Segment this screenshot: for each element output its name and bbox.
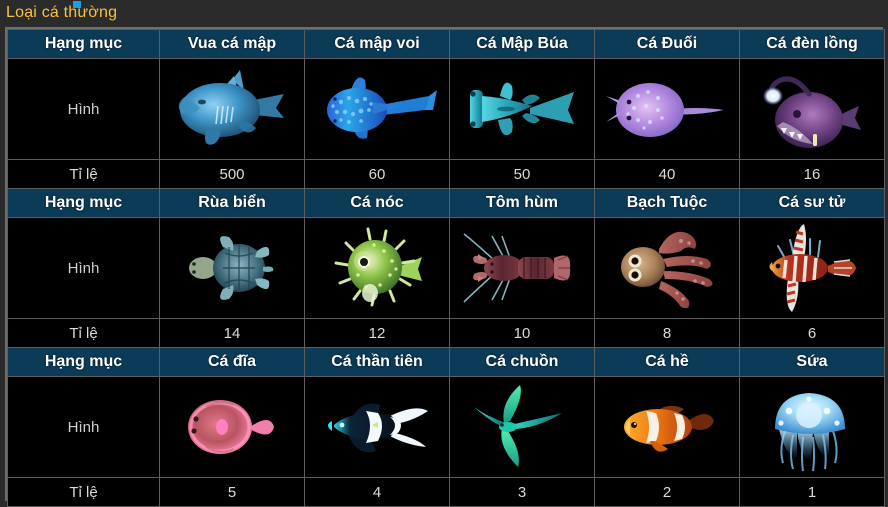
clownfish-icon <box>596 378 739 477</box>
angelfish-icon <box>306 378 449 477</box>
header-fish-name: Tôm hùm <box>449 188 595 218</box>
fish-image-cell <box>594 376 740 478</box>
fish-ratio-value: 10 <box>449 318 595 348</box>
fish-ratio-value: 8 <box>594 318 740 348</box>
fish-image-cell <box>739 376 885 478</box>
fish-ratio-value: 14 <box>159 318 305 348</box>
flying-fish-icon <box>451 378 594 477</box>
header-fish-name: Vua cá mập <box>159 29 305 59</box>
row-label-ratio: Tỉ lệ <box>7 318 160 348</box>
fish-ratio-value: 2 <box>594 477 740 507</box>
header-fish-name: Rùa biển <box>159 188 305 218</box>
row-label-ratio: Tỉ lệ <box>7 477 160 507</box>
fish-image-cell <box>159 376 305 478</box>
table-image-row: Hình <box>7 58 885 160</box>
row-label-image: Hình <box>7 58 160 160</box>
header-fish-name: Cá đèn lồng <box>739 29 885 59</box>
page-title: Loại cá thường <box>6 4 118 21</box>
table-ratio-row: Tỉ lệ 14 12 10 8 6 <box>7 318 885 348</box>
shark-king-icon <box>161 60 304 159</box>
table-header-row: Hạng mục Cá đĩa Cá thần tiên Cá chuồn Cá… <box>7 347 885 377</box>
fish-image-cell <box>739 58 885 160</box>
fish-ratio-value: 4 <box>304 477 450 507</box>
header-fish-name: Cá thần tiên <box>304 347 450 377</box>
fish-image-cell <box>449 58 595 160</box>
fish-odds-page: Loại cá thường Hạng mục Vua cá mập Cá mậ… <box>0 0 888 507</box>
fish-image-cell <box>594 58 740 160</box>
header-fish-name: Cá hề <box>594 347 740 377</box>
table-header-row: Hạng mục Rùa biển Cá nóc Tôm hùm Bạch Tu… <box>7 188 885 218</box>
header-category-label: Hạng mục <box>7 188 160 218</box>
fish-image-cell <box>449 217 595 319</box>
pufferfish-icon <box>306 219 449 318</box>
table-ratio-row: Tỉ lệ 500 60 50 40 16 <box>7 159 885 189</box>
header-category-label: Hạng mục <box>7 347 160 377</box>
fish-ratio-value: 3 <box>449 477 595 507</box>
fish-ratio-value: 16 <box>739 159 885 189</box>
fish-ratio-value: 50 <box>449 159 595 189</box>
fish-ratio-value: 40 <box>594 159 740 189</box>
row-label-image: Hình <box>7 217 160 319</box>
fish-image-cell <box>159 217 305 319</box>
fish-image-cell <box>304 217 450 319</box>
table-ratio-row: Tỉ lệ 5 4 3 2 1 <box>7 477 885 507</box>
fish-ratio-value: 1 <box>739 477 885 507</box>
fish-image-cell <box>304 58 450 160</box>
fish-table-wrapper: Hạng mục Vua cá mập Cá mập voi Cá Mập Bú… <box>5 27 885 507</box>
title-marker-icon <box>73 1 81 8</box>
fish-ratio-value: 12 <box>304 318 450 348</box>
header-fish-name: Cá Mập Búa <box>449 29 595 59</box>
whale-shark-icon <box>306 60 449 159</box>
sea-turtle-icon <box>161 219 304 318</box>
discus-fish-icon <box>161 378 304 477</box>
fish-ratio-value: 60 <box>304 159 450 189</box>
header-fish-name: Bạch Tuộc <box>594 188 740 218</box>
stingray-icon <box>596 60 739 159</box>
octopus-icon <box>596 219 739 318</box>
fish-image-cell <box>449 376 595 478</box>
row-label-image: Hình <box>7 376 160 478</box>
fish-odds-table: Hạng mục Vua cá mập Cá mập voi Cá Mập Bú… <box>7 29 885 507</box>
header-fish-name: Cá Đuối <box>594 29 740 59</box>
page-title-bar: Loại cá thường <box>0 0 888 26</box>
table-header-row: Hạng mục Vua cá mập Cá mập voi Cá Mập Bú… <box>7 29 885 59</box>
fish-image-cell <box>594 217 740 319</box>
fish-ratio-value: 5 <box>159 477 305 507</box>
fish-image-cell <box>739 217 885 319</box>
lobster-icon <box>451 219 594 318</box>
header-fish-name: Cá chuồn <box>449 347 595 377</box>
hammerhead-shark-icon <box>451 60 594 159</box>
fish-ratio-value: 500 <box>159 159 305 189</box>
fish-ratio-value: 6 <box>739 318 885 348</box>
header-fish-name: Cá sư tử <box>739 188 885 218</box>
anglerfish-icon <box>741 60 884 159</box>
header-fish-name: Cá nóc <box>304 188 450 218</box>
table-image-row: Hình <box>7 217 885 319</box>
header-category-label: Hạng mục <box>7 29 160 59</box>
lionfish-icon <box>741 219 884 318</box>
header-fish-name: Cá mập voi <box>304 29 450 59</box>
jellyfish-icon <box>741 378 884 477</box>
header-fish-name: Cá đĩa <box>159 347 305 377</box>
fish-image-cell <box>304 376 450 478</box>
table-image-row: Hình <box>7 376 885 478</box>
fish-image-cell <box>159 58 305 160</box>
row-label-ratio: Tỉ lệ <box>7 159 160 189</box>
header-fish-name: Sứa <box>739 347 885 377</box>
